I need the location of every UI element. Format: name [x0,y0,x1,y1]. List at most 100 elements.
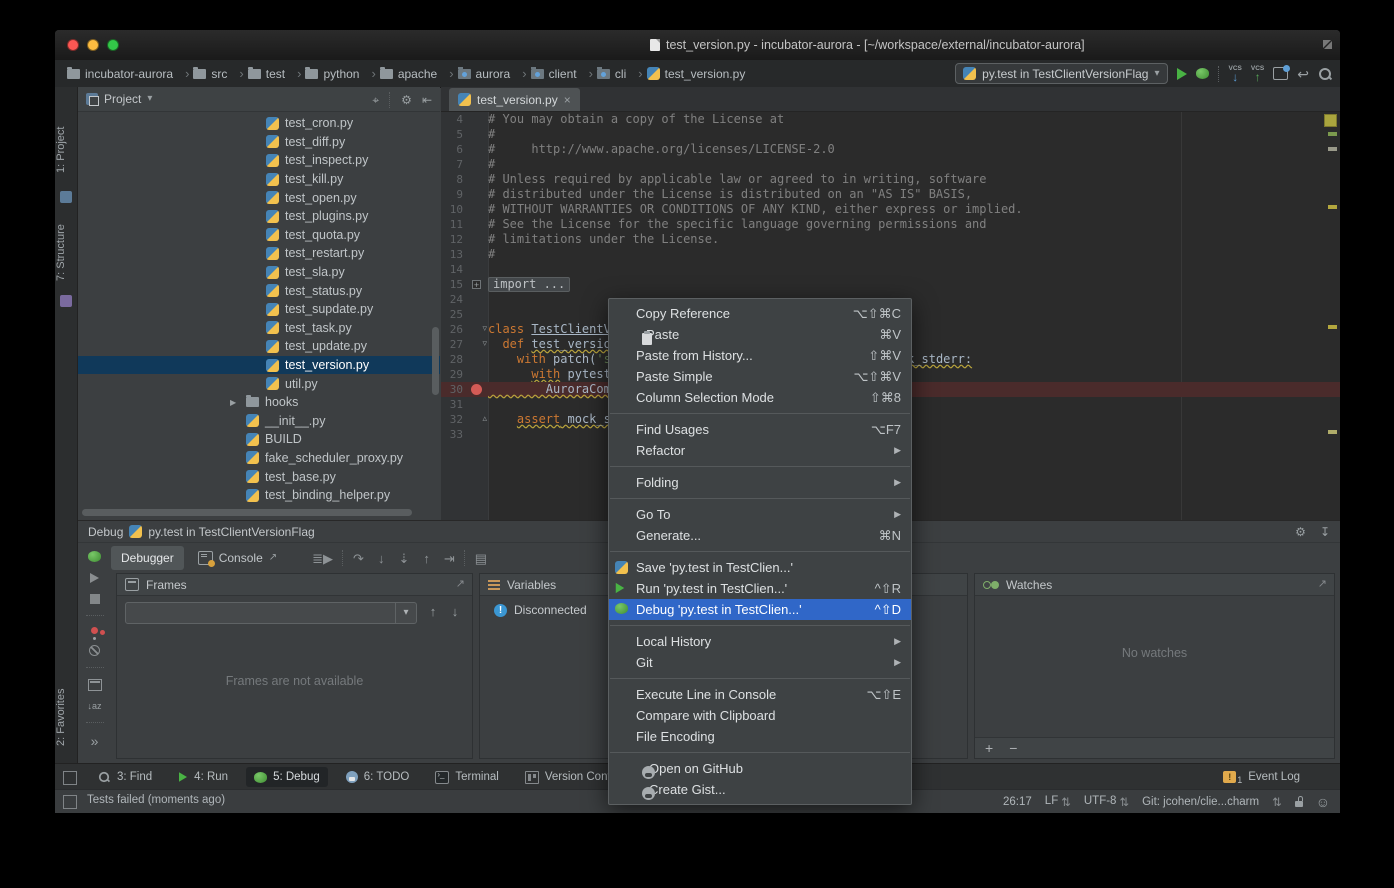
scrollbar-mark[interactable] [1328,132,1337,136]
line-number[interactable]: 27 [441,338,466,351]
run-configuration-select[interactable]: py.test in TestClientVersionFlag ▾ [955,63,1167,84]
rerun-debug-icon[interactable] [88,551,101,562]
more-icon[interactable]: » [91,734,99,748]
folded-imports[interactable]: import ... [488,277,570,292]
gear-icon[interactable]: ⚙ [401,94,412,106]
tab-test-version[interactable]: test_version.py × [449,88,580,111]
breakpoint-icon[interactable] [466,382,488,397]
tree-item[interactable]: __init__.py [78,412,440,431]
line-number[interactable]: 12 [441,233,466,246]
tree-item[interactable]: test_base.py [78,467,440,486]
menu-item-find-usages[interactable]: Find Usages⌥F7 [609,419,911,440]
fullscreen-icon[interactable] [1323,40,1332,49]
tree-item-folder[interactable]: ▶hooks [78,393,440,412]
menu-item-column-selection-mode[interactable]: Column Selection Mode⇧⌘8 [609,387,911,408]
line-number[interactable]: 9 [441,188,466,201]
tree-item[interactable]: test_supdate.py [78,300,440,319]
sidebar-item-favorites[interactable]: 2: Favorites [55,677,77,757]
menu-item-paste[interactable]: Paste⌘V [609,324,911,345]
project-panel-header[interactable]: Project ▾ ⌖ ⚙ ⇤ [78,87,440,112]
chevron-down-icon[interactable]: ▾ [147,94,152,104]
previous-frame-button[interactable]: ↑ [423,602,443,622]
menu-item-folding[interactable]: Folding▶ [609,472,911,493]
menu-item-create-gist[interactable]: Create Gist... [609,779,911,800]
breadcrumb-item[interactable]: test_version.py [645,67,760,81]
line-number[interactable]: 24 [441,293,466,306]
line-number[interactable]: 31 [441,398,466,411]
tree-item[interactable]: test_kill.py [78,170,440,189]
mute-breakpoints-icon[interactable] [89,645,100,656]
remove-watch-button[interactable]: − [1009,740,1017,756]
breadcrumb-item[interactable]: apache [378,66,456,81]
tree-expand-icon[interactable]: ▶ [230,398,236,407]
menu-item-copy-reference[interactable]: Copy Reference⌥⇧⌘C [609,303,911,324]
scrollbar-mark[interactable] [1328,147,1337,151]
tree-item[interactable]: test_sla.py [78,263,440,282]
line-number[interactable]: 32 [441,413,466,426]
run-button[interactable] [1177,68,1187,80]
view-breakpoints-icon[interactable] [91,627,98,634]
recent-changes-icon[interactable] [1273,67,1288,80]
menu-item-git[interactable]: Git▶ [609,652,911,673]
structure-tab-icon[interactable] [60,295,72,307]
close-window-button[interactable] [67,39,79,51]
hector-inspector-icon[interactable]: ☺ [1316,794,1330,810]
tab-console[interactable]: Console ↗ [188,546,287,570]
toolwindow-button-find[interactable]: 3: Find [89,767,160,787]
fold-expand-icon[interactable] [466,277,488,292]
resume-icon[interactable] [90,573,99,583]
fold-end-icon[interactable] [466,412,488,427]
tree-item[interactable]: test_plugins.py [78,207,440,226]
tree-item[interactable]: test_quota.py [78,226,440,245]
menu-item-debug-config[interactable]: Debug 'py.test in TestClien...'^⇧D [609,599,911,620]
line-number[interactable]: 10 [441,203,466,216]
fold-collapse-icon[interactable] [466,322,488,337]
undo-icon[interactable]: ↩ [1297,67,1309,81]
toolwindow-button-terminal[interactable]: Terminal [427,767,506,787]
line-number[interactable]: 29 [441,368,466,381]
line-number[interactable]: 7 [441,158,466,171]
line-number[interactable]: 5 [441,128,466,141]
breadcrumb-item[interactable]: test [246,66,304,81]
vertical-scrollbar[interactable] [432,327,439,395]
line-number[interactable]: 6 [441,143,466,156]
breadcrumb-item[interactable]: python [303,66,377,81]
scrollbar-mark[interactable] [1328,205,1337,209]
step-over-icon[interactable]: ↷ [348,552,369,565]
scrollbar-mark[interactable] [1328,325,1337,329]
menu-item-paste-from-history[interactable]: Paste from History...⇧⌘V [609,345,911,366]
updown-icon[interactable]: ⇅ [1272,795,1282,809]
sidebar-item-structure[interactable]: 7: Structure [55,215,77,290]
float-icon[interactable]: ↗ [456,577,465,590]
tree-item-selected[interactable]: test_version.py [78,356,440,375]
toolwindow-button-todo[interactable]: 6: TODO [338,767,418,787]
line-number[interactable]: 8 [441,173,466,186]
git-branch-widget[interactable]: Git: jcohen/clie...charm [1142,796,1259,808]
tree-item[interactable]: util.py [78,374,440,393]
breadcrumb-item[interactable]: client [529,66,595,81]
menu-item-local-history[interactable]: Local History▶ [609,631,911,652]
toolwindow-button-run[interactable]: 4: Run [170,767,236,787]
locate-file-icon[interactable]: ⌖ [372,94,379,106]
sort-alphabetically-icon[interactable]: ↓az [87,702,101,711]
search-icon[interactable] [1318,67,1332,81]
line-number[interactable]: 25 [441,308,466,321]
line-number[interactable]: 4 [441,113,466,126]
vcs-update-button[interactable]: VCS↓ [1229,66,1242,81]
evaluate-expression-icon[interactable]: ▤ [470,552,492,565]
tree-item[interactable]: BUILD [78,430,440,449]
menu-item-save-config[interactable]: Save 'py.test in TestClien...' [609,557,911,578]
tree-item[interactable]: test_status.py [78,281,440,300]
title-bar[interactable]: test_version.py - incubator-aurora - [~/… [55,30,1340,61]
tree-item[interactable]: test_open.py [78,188,440,207]
tree-item[interactable]: test_cron.py [78,114,440,133]
menu-item-generate[interactable]: Generate...⌘N [609,525,911,546]
sidebar-item-project[interactable]: 1: Project [55,115,77,185]
scrollbar-mark[interactable] [1328,430,1337,434]
fold-collapse-icon[interactable] [466,337,488,352]
menu-item-go-to[interactable]: Go To▶ [609,504,911,525]
thread-select[interactable]: ▾ [125,602,417,624]
line-number[interactable]: 14 [441,263,466,276]
event-log-button[interactable]: 1 Event Log [1215,767,1308,787]
minimize-panel-icon[interactable]: ↧ [1320,526,1330,538]
